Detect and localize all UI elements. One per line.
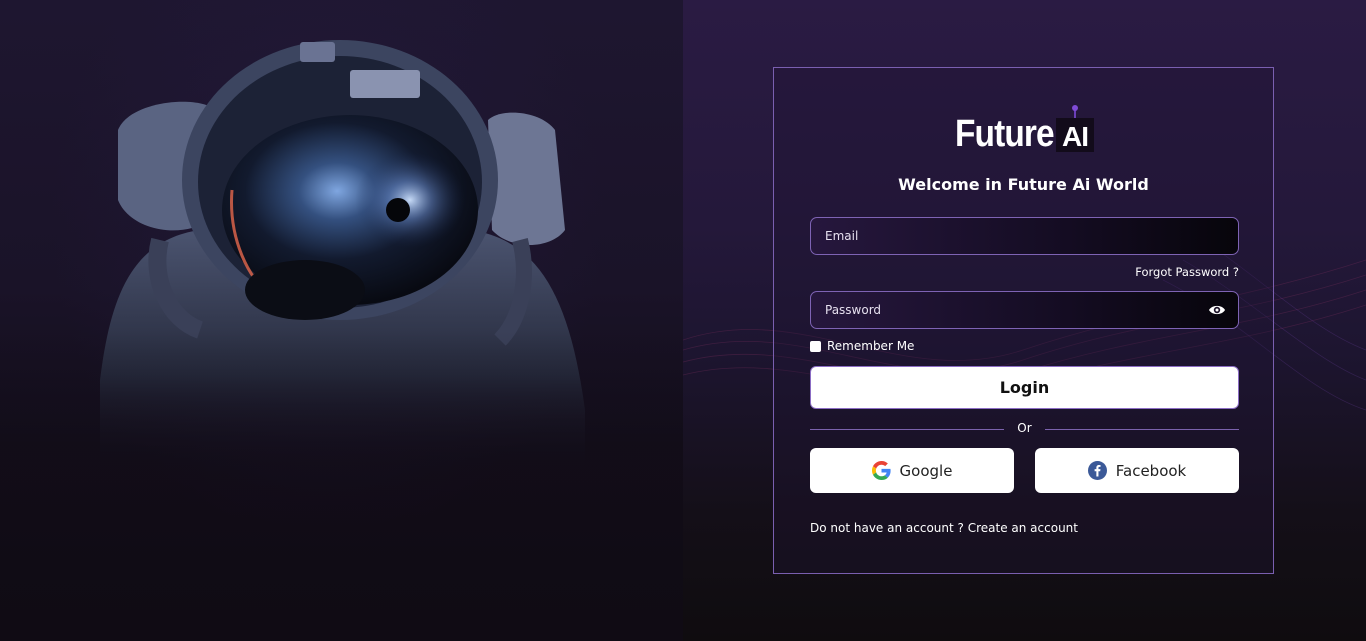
remember-me-label: Remember Me [827,339,915,353]
signup-question: Do not have an account ? [810,521,964,535]
facebook-icon [1087,461,1107,480]
facebook-label: Facebook [1115,461,1187,480]
remember-me-checkbox[interactable] [810,340,821,352]
google-label: Google [899,461,953,480]
eye-icon[interactable] [1208,303,1226,317]
password-input[interactable] [811,292,1238,328]
hero-astronaut-image [0,0,683,641]
email-field-wrapper [810,217,1239,255]
logo-ai-text: AI [1062,121,1089,152]
welcome-heading: Welcome in Future Ai World [898,175,1149,194]
brand-logo: Future AI [955,104,1094,155]
facebook-login-button[interactable]: Facebook [1035,448,1239,493]
login-button[interactable]: Login [810,366,1239,409]
forgot-password-link[interactable]: Forgot Password ? [1050,265,1239,279]
divider-right [1045,429,1239,430]
password-field-wrapper [810,291,1239,329]
create-account-link[interactable]: Create an account [968,521,1078,535]
remember-me: Remember Me [810,339,914,353]
google-icon [871,461,891,480]
logo-text: Future [955,113,1055,155]
email-input[interactable] [811,218,1238,254]
divider-text: Or [1017,421,1032,435]
divider-left [810,429,1004,430]
google-login-button[interactable]: Google [810,448,1014,493]
logo-ai-badge: AI [1056,105,1094,152]
signup-prompt: Do not have an account ? Create an accou… [810,521,1078,535]
